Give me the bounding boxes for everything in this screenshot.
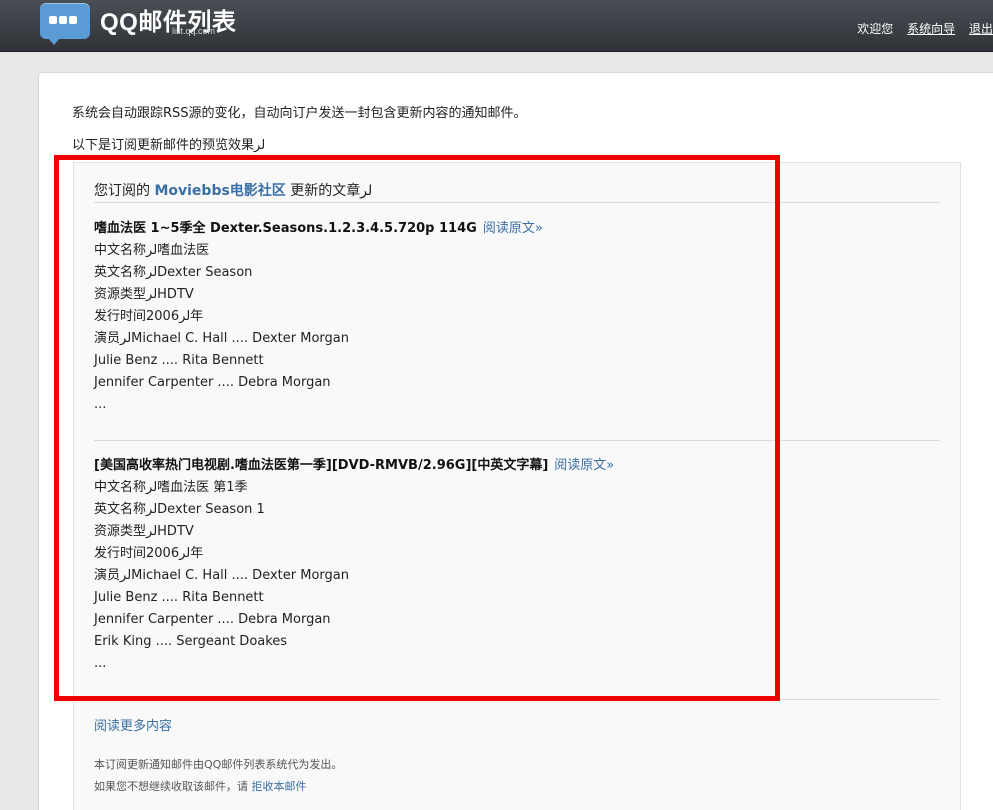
- unsubscribe-prefix: 如果您不想继续收取该邮件，请: [94, 780, 248, 793]
- unsubscribe-link[interactable]: 拒收本邮件: [252, 780, 307, 793]
- top-bar: QQ邮件列表 list.qq.com 欢迎您 系统向导 退出: [0, 0, 993, 52]
- guide-link[interactable]: 系统向导: [907, 22, 955, 36]
- preview-caption: 以下是订阅更新邮件的预览效果لر: [72, 138, 266, 153]
- top-nav: 欢迎您 系统向导 退出: [847, 20, 993, 36]
- app-title: QQ邮件列表: [100, 9, 237, 36]
- chat-bubble-logo-icon: [40, 3, 90, 45]
- footer-unsubscribe-note: 如果您不想继续收取该邮件，请 拒收本邮件: [94, 778, 307, 794]
- welcome-text: 欢迎您: [857, 22, 894, 36]
- footer-note: 本订阅更新通知邮件由QQ邮件列表系统代为发出。: [94, 758, 343, 771]
- app-subtitle: list.qq.com: [172, 26, 216, 36]
- red-highlight-box: [54, 155, 780, 701]
- logout-link[interactable]: 退出: [969, 22, 993, 36]
- intro-text: 系统会自动跟踪RSS源的变化，自动向订户发送一封包含更新内容的通知邮件。: [72, 106, 527, 121]
- read-more-link[interactable]: 阅读更多内容: [94, 715, 172, 734]
